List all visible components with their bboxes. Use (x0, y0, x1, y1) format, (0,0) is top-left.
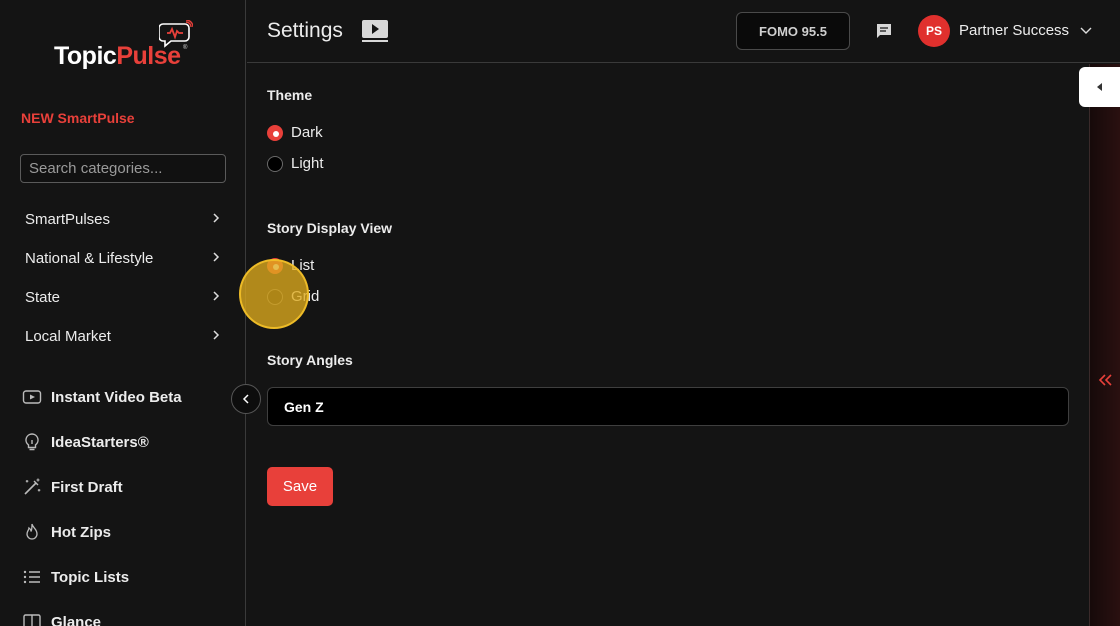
new-smartpulse-link[interactable]: NEW SmartPulse (21, 110, 135, 126)
video-icon (22, 390, 42, 404)
chevron-right-icon (213, 330, 220, 340)
flame-icon (26, 523, 38, 540)
display-option-grid[interactable]: Grid (267, 288, 319, 305)
chevron-right-icon (213, 252, 220, 262)
lightbulb-icon (25, 433, 39, 451)
radio-label: List (291, 257, 315, 274)
chevron-left-icon (242, 394, 249, 404)
caret-left-icon (1096, 83, 1102, 91)
theme-option-light[interactable]: Light (267, 155, 324, 172)
sidebar: TopicPulse ® NEW SmartPulse SmartPulses … (0, 0, 246, 626)
logo-wordmark: TopicPulse (54, 42, 181, 70)
search-categories-input[interactable] (20, 154, 226, 183)
theme-option-dark[interactable]: Dark (267, 124, 323, 141)
story-angles-section-title: Story Angles (267, 352, 353, 368)
sidebar-item-label: First Draft (51, 478, 123, 496)
video-tutorial-icon[interactable] (361, 19, 389, 43)
settings-panel: Theme Dark Light Story Display View List… (247, 64, 1089, 626)
page-title: Settings (267, 19, 343, 42)
sidebar-item-label: State (25, 288, 61, 306)
radio-button-selected[interactable] (267, 124, 283, 141)
save-button[interactable]: Save (267, 467, 333, 506)
story-angles-field[interactable]: Gen Z (267, 387, 1069, 426)
chevron-down-icon[interactable] (1079, 24, 1093, 38)
sidebar-item-label: Glance (51, 613, 102, 626)
radio-label: Dark (291, 124, 323, 141)
avatar[interactable]: PS (918, 15, 950, 47)
sidebar-item-ideastarters[interactable]: IdeaStarters® (0, 423, 245, 461)
radio-button-selected[interactable] (267, 257, 283, 274)
sidebar-item-instant-video[interactable]: Instant Video Beta (0, 378, 245, 416)
sidebar-item-label: Local Market (25, 327, 111, 345)
sidebar-item-first-draft[interactable]: First Draft (0, 468, 245, 506)
radio-label: Grid (291, 288, 320, 305)
sidebar-item-local-market[interactable]: Local Market (0, 318, 245, 354)
sidebar-item-topic-lists[interactable]: Topic Lists (0, 558, 245, 596)
chevron-right-icon (213, 291, 220, 301)
top-header: Settings FOMO 95.5 PS Partner Success (247, 0, 1120, 63)
theme-section-title: Theme (267, 87, 313, 103)
chevron-right-icon (213, 213, 220, 223)
user-menu-name[interactable]: Partner Success (959, 22, 1069, 39)
sidebar-item-state[interactable]: State (0, 279, 245, 315)
sidebar-item-label: Topic Lists (51, 568, 130, 586)
list-icon (23, 570, 40, 584)
book-icon (23, 614, 41, 626)
collapse-sidebar-button[interactable] (231, 384, 261, 414)
sidebar-item-label: SmartPulses (25, 210, 111, 228)
sidebar-item-smartpulses[interactable]: SmartPulses (0, 201, 245, 237)
sidebar-item-label: IdeaStarters® (51, 433, 149, 451)
sidebar-item-label: Instant Video Beta (51, 388, 182, 406)
topicpulse-logo[interactable]: TopicPulse ® (54, 20, 194, 72)
double-chevron-left-icon[interactable] (1097, 372, 1113, 388)
panel-toggle-button[interactable] (1079, 67, 1120, 107)
station-selector-button[interactable]: FOMO 95.5 (736, 12, 850, 50)
sidebar-item-glance[interactable]: Glance (0, 603, 245, 626)
radio-label: Light (291, 155, 324, 172)
display-option-list[interactable]: List (267, 257, 314, 274)
radio-button[interactable] (267, 288, 283, 305)
radio-button[interactable] (267, 155, 283, 172)
magic-wand-icon (24, 478, 41, 495)
sidebar-item-hot-zips[interactable]: Hot Zips (0, 513, 245, 551)
chat-icon[interactable] (875, 22, 893, 40)
registered-mark: ® (183, 45, 188, 51)
right-side-panel (1089, 64, 1120, 626)
sidebar-item-label: National & Lifestyle (25, 249, 154, 267)
display-view-section-title: Story Display View (267, 220, 393, 236)
sidebar-item-national-lifestyle[interactable]: National & Lifestyle (0, 240, 245, 276)
sidebar-item-label: Hot Zips (51, 523, 111, 541)
